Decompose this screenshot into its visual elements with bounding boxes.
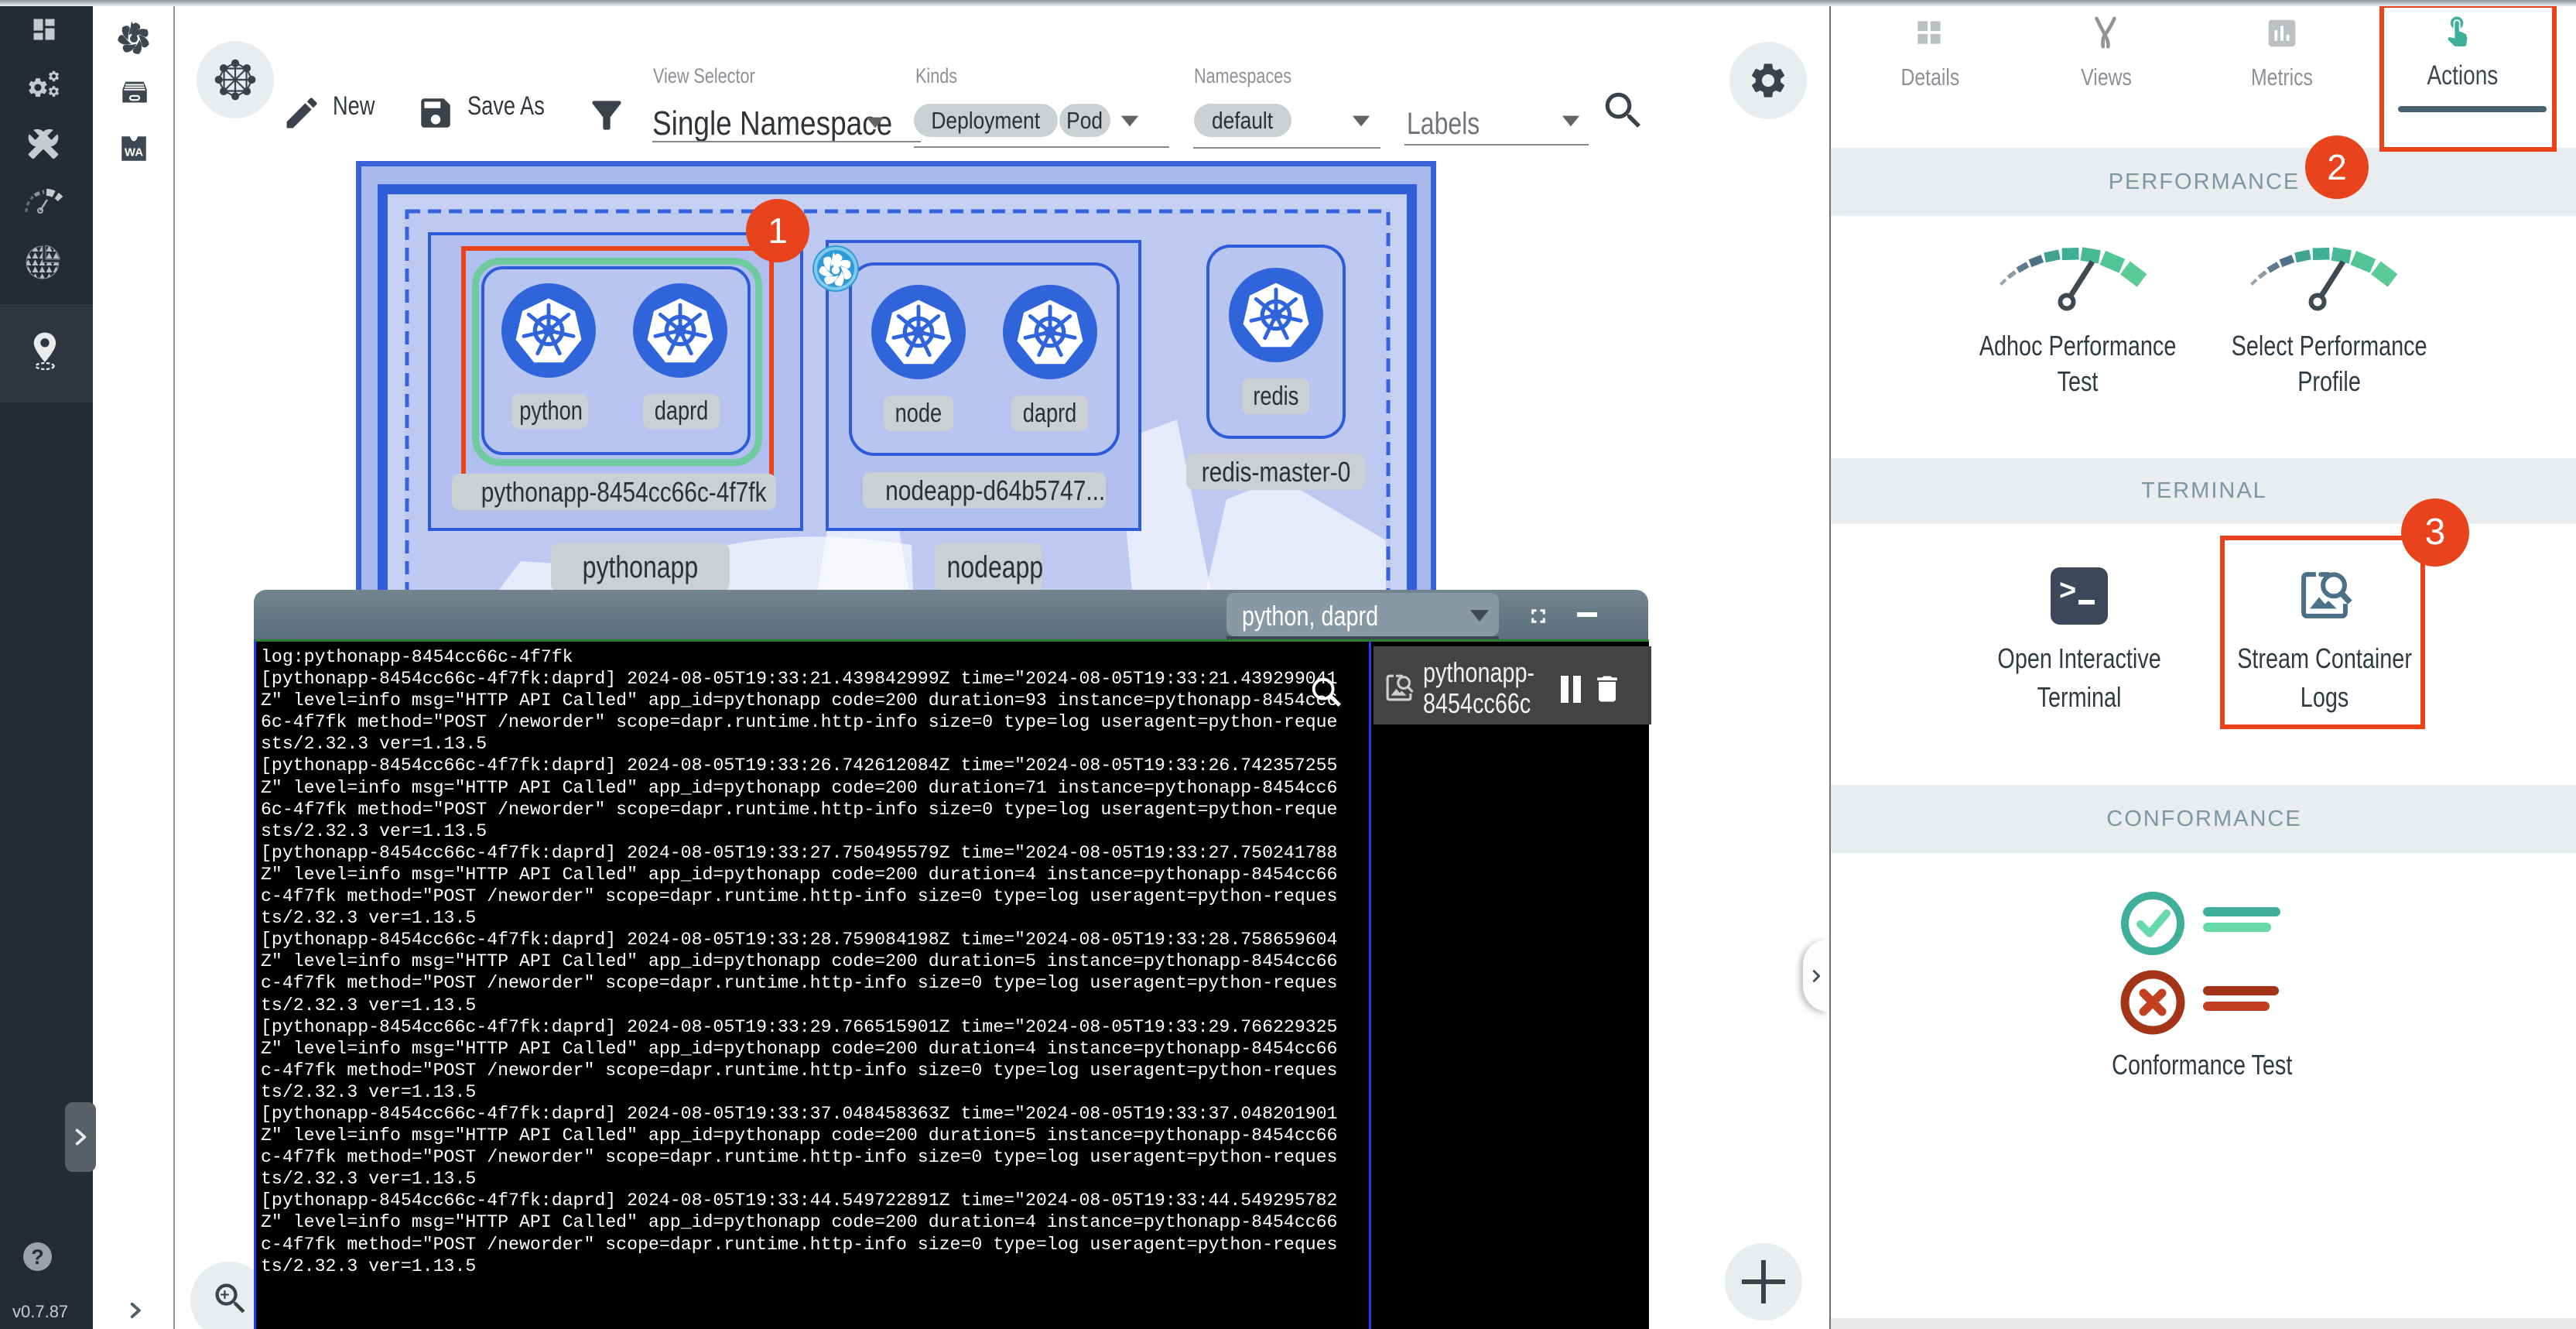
svg-text:WA: WA [125, 146, 143, 159]
